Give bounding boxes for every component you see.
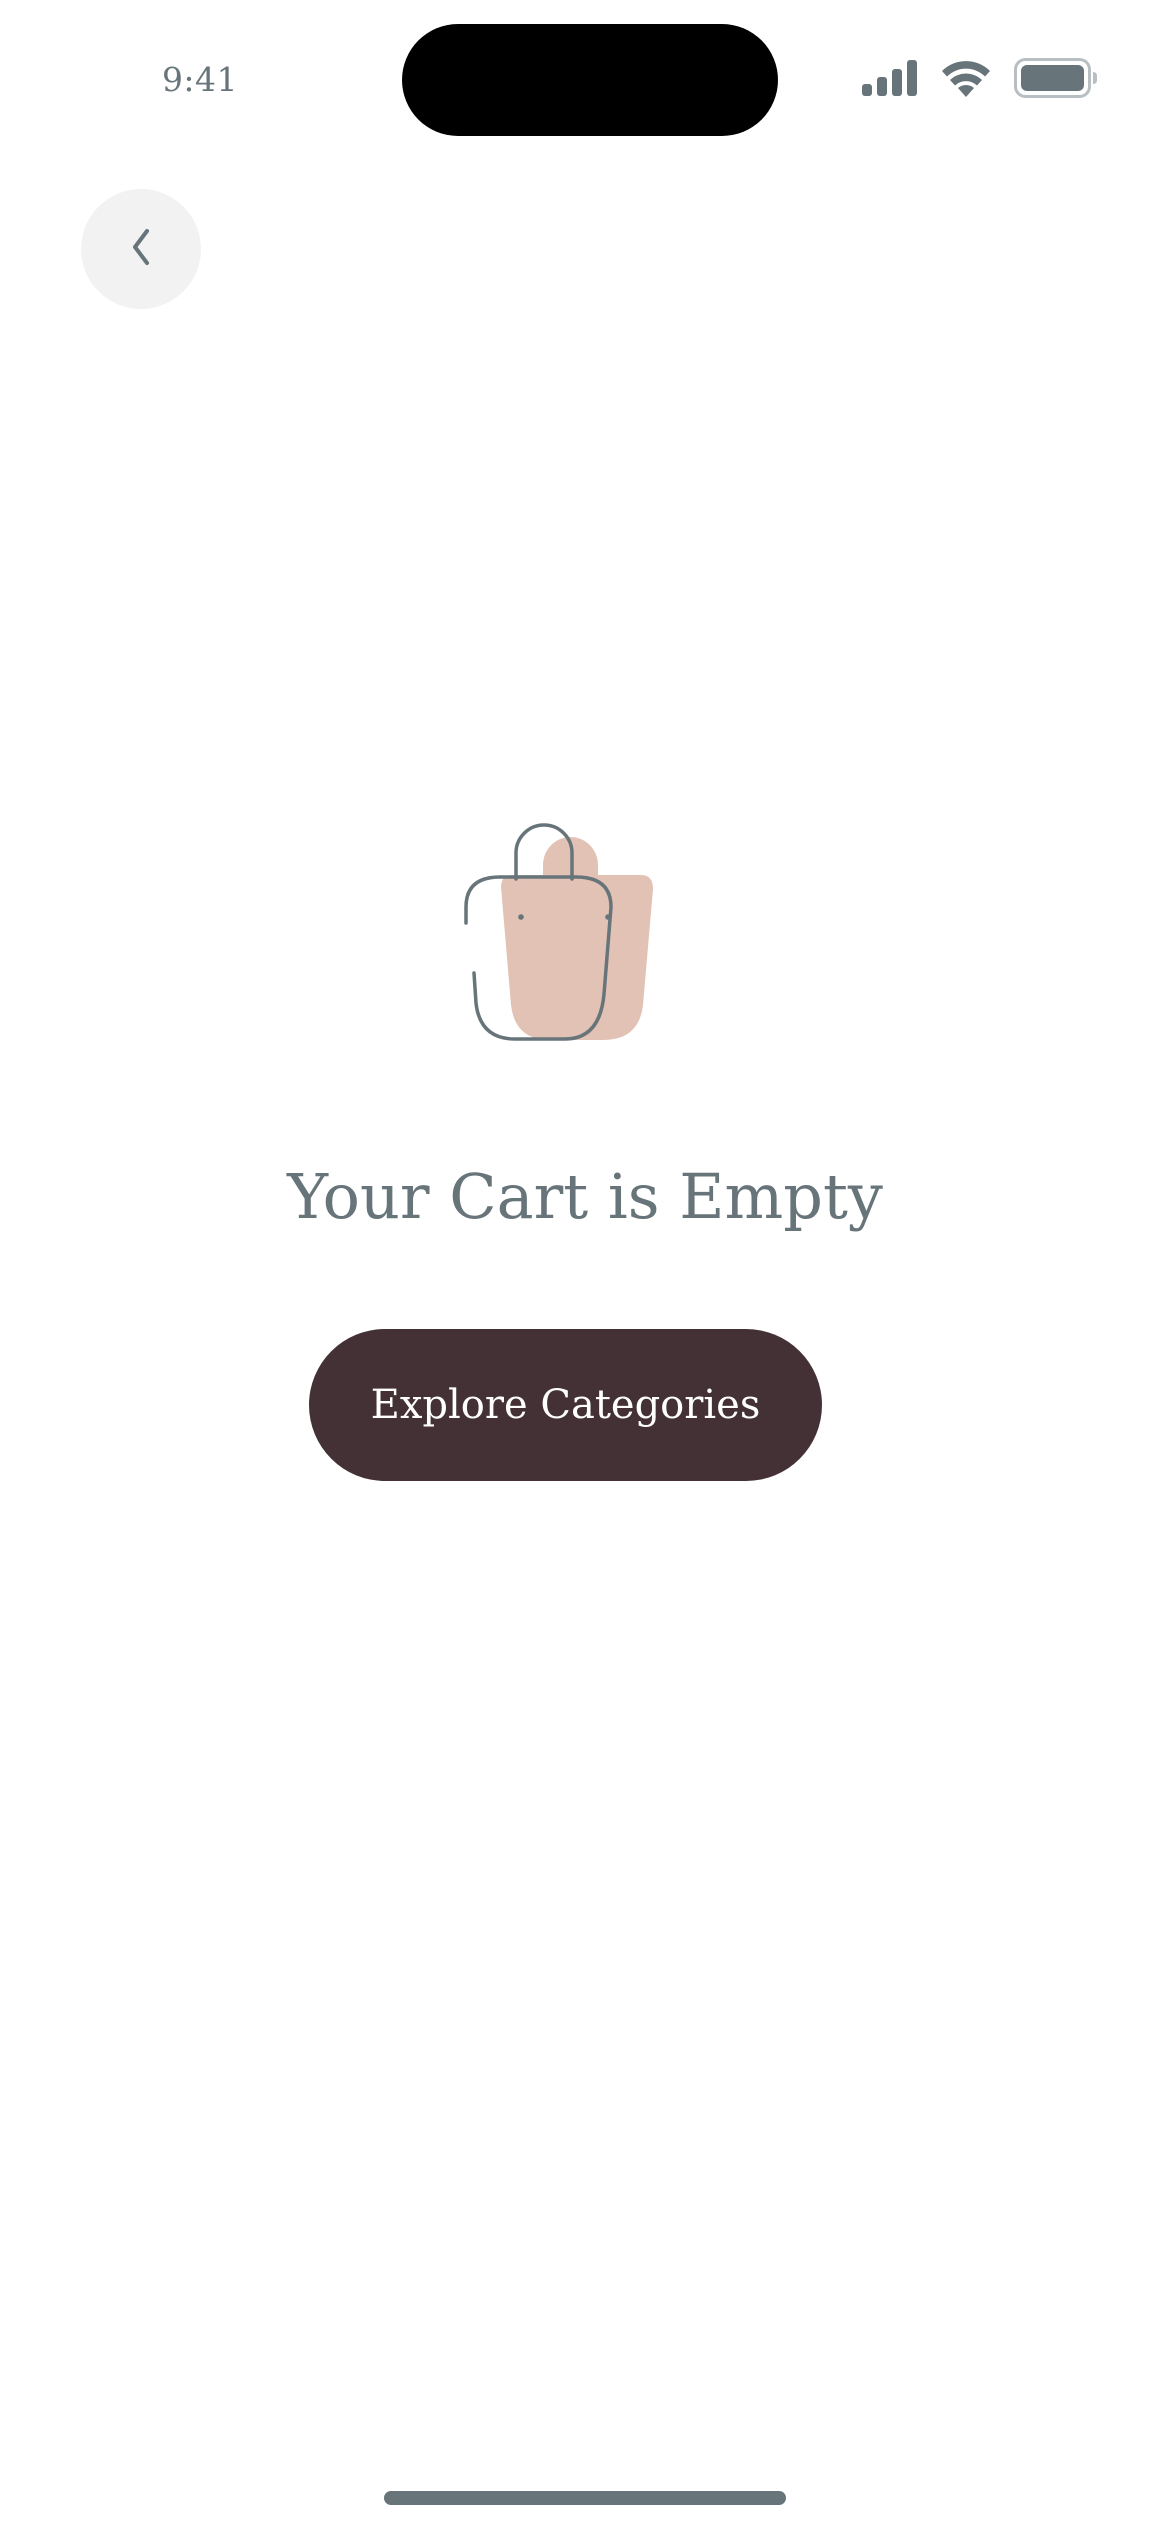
battery-icon: [1014, 58, 1098, 98]
shopping-bag-icon: [455, 795, 715, 1055]
explore-categories-button[interactable]: Explore Categories: [309, 1329, 822, 1481]
home-indicator[interactable]: [384, 2491, 786, 2505]
back-button[interactable]: [81, 189, 201, 309]
chevron-left-icon: [126, 225, 156, 273]
status-time: 9:41: [161, 60, 239, 99]
status-icons: [862, 56, 1098, 100]
dynamic-island: [402, 24, 778, 136]
cellular-signal-icon: [862, 60, 918, 96]
wifi-icon: [940, 59, 992, 97]
empty-cart-title: Your Cart is Empty: [287, 1160, 883, 1233]
